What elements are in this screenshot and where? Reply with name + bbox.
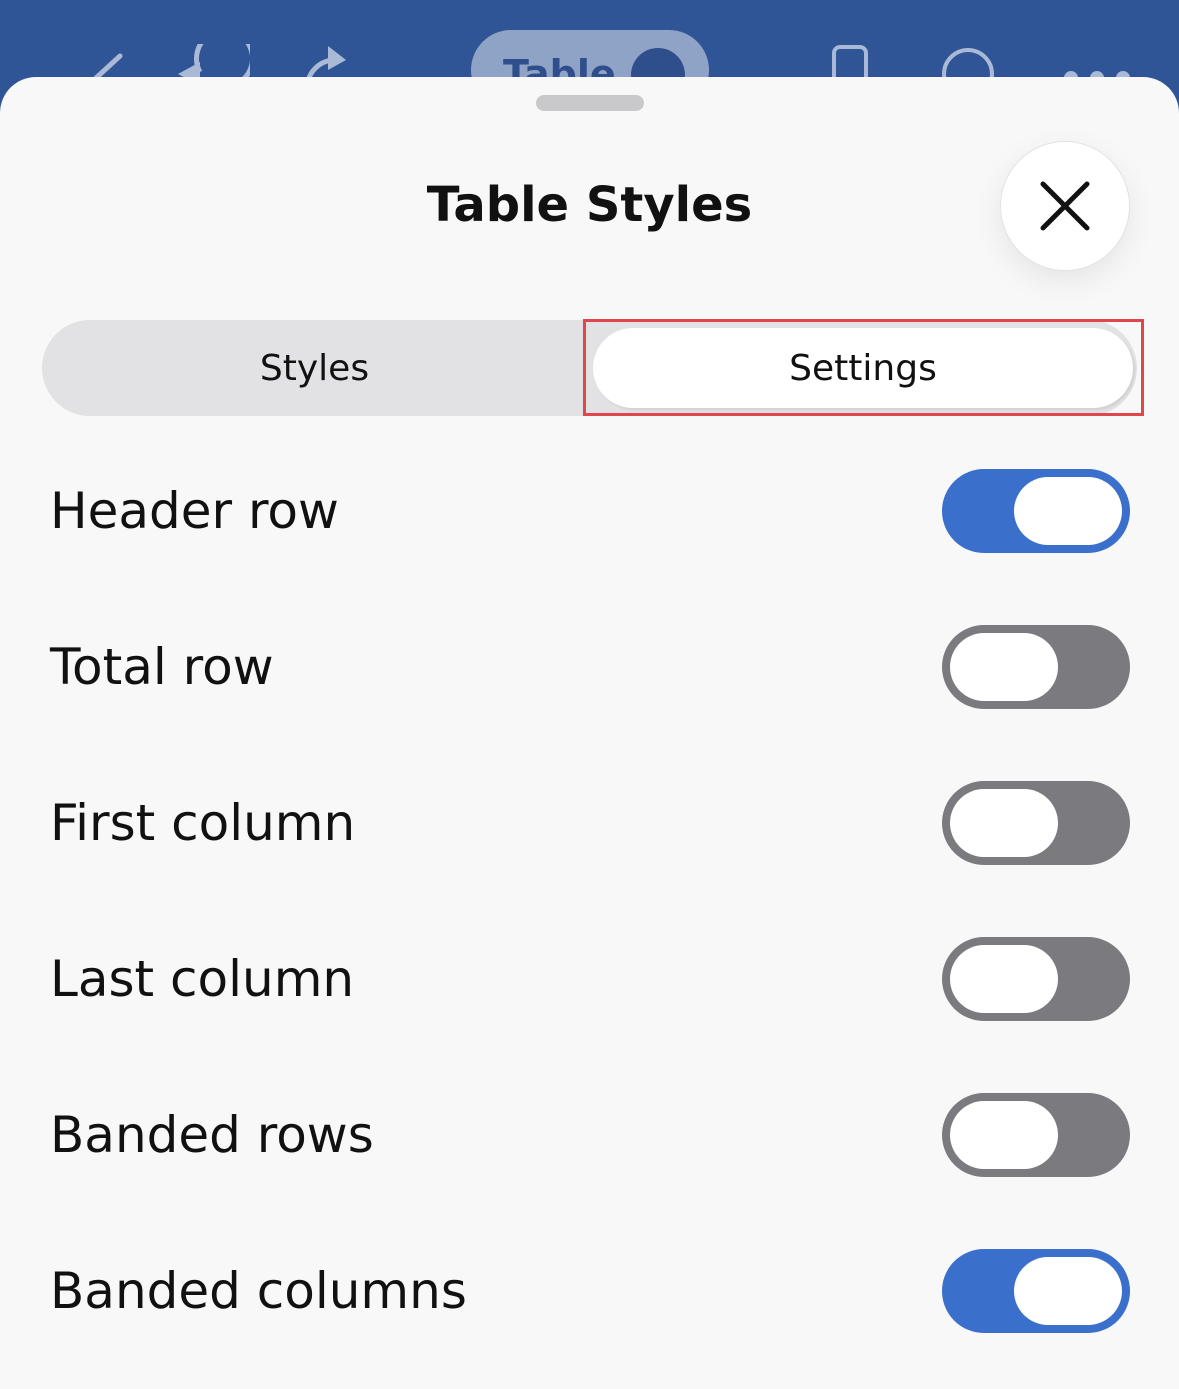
- total-row-toggle[interactable]: [942, 625, 1130, 709]
- option-row-banded-rows: Banded rows: [0, 1057, 1179, 1213]
- banded-rows-toggle[interactable]: [942, 1093, 1130, 1177]
- banded-columns-toggle[interactable]: [942, 1249, 1130, 1333]
- toggle-knob: [950, 945, 1058, 1013]
- option-row-banded-columns: Banded columns: [0, 1213, 1179, 1369]
- table-styles-sheet: Table Styles Styles Settings Header row …: [0, 77, 1179, 1389]
- toggle-knob: [1014, 477, 1122, 545]
- tab-styles-label: Styles: [259, 347, 370, 389]
- option-label: Last column: [50, 950, 355, 1008]
- option-label: Banded columns: [50, 1262, 467, 1320]
- header-row-toggle[interactable]: [942, 469, 1130, 553]
- toggle-knob: [950, 633, 1058, 701]
- tab-styles[interactable]: Styles: [42, 320, 587, 416]
- option-row-last-column: Last column: [0, 901, 1179, 1057]
- toggle-knob: [950, 789, 1058, 857]
- option-label: Banded rows: [50, 1106, 374, 1164]
- close-icon: [1040, 181, 1090, 231]
- close-button[interactable]: [1000, 141, 1130, 271]
- option-row-header-row: Header row: [0, 433, 1179, 589]
- option-label: First column: [50, 794, 356, 852]
- option-row-first-column: First column: [0, 745, 1179, 901]
- last-column-toggle[interactable]: [942, 937, 1130, 1021]
- segmented-control: Styles Settings: [42, 319, 1144, 416]
- toggle-knob: [950, 1101, 1058, 1169]
- option-row-total-row: Total row: [0, 589, 1179, 745]
- option-label: Header row: [50, 482, 339, 540]
- toggle-knob: [1014, 1257, 1122, 1325]
- tab-settings[interactable]: Settings: [593, 328, 1133, 408]
- option-label: Total row: [50, 638, 274, 696]
- first-column-toggle[interactable]: [942, 781, 1130, 865]
- tab-settings-label: Settings: [789, 347, 937, 389]
- sheet-grabber[interactable]: [536, 95, 644, 111]
